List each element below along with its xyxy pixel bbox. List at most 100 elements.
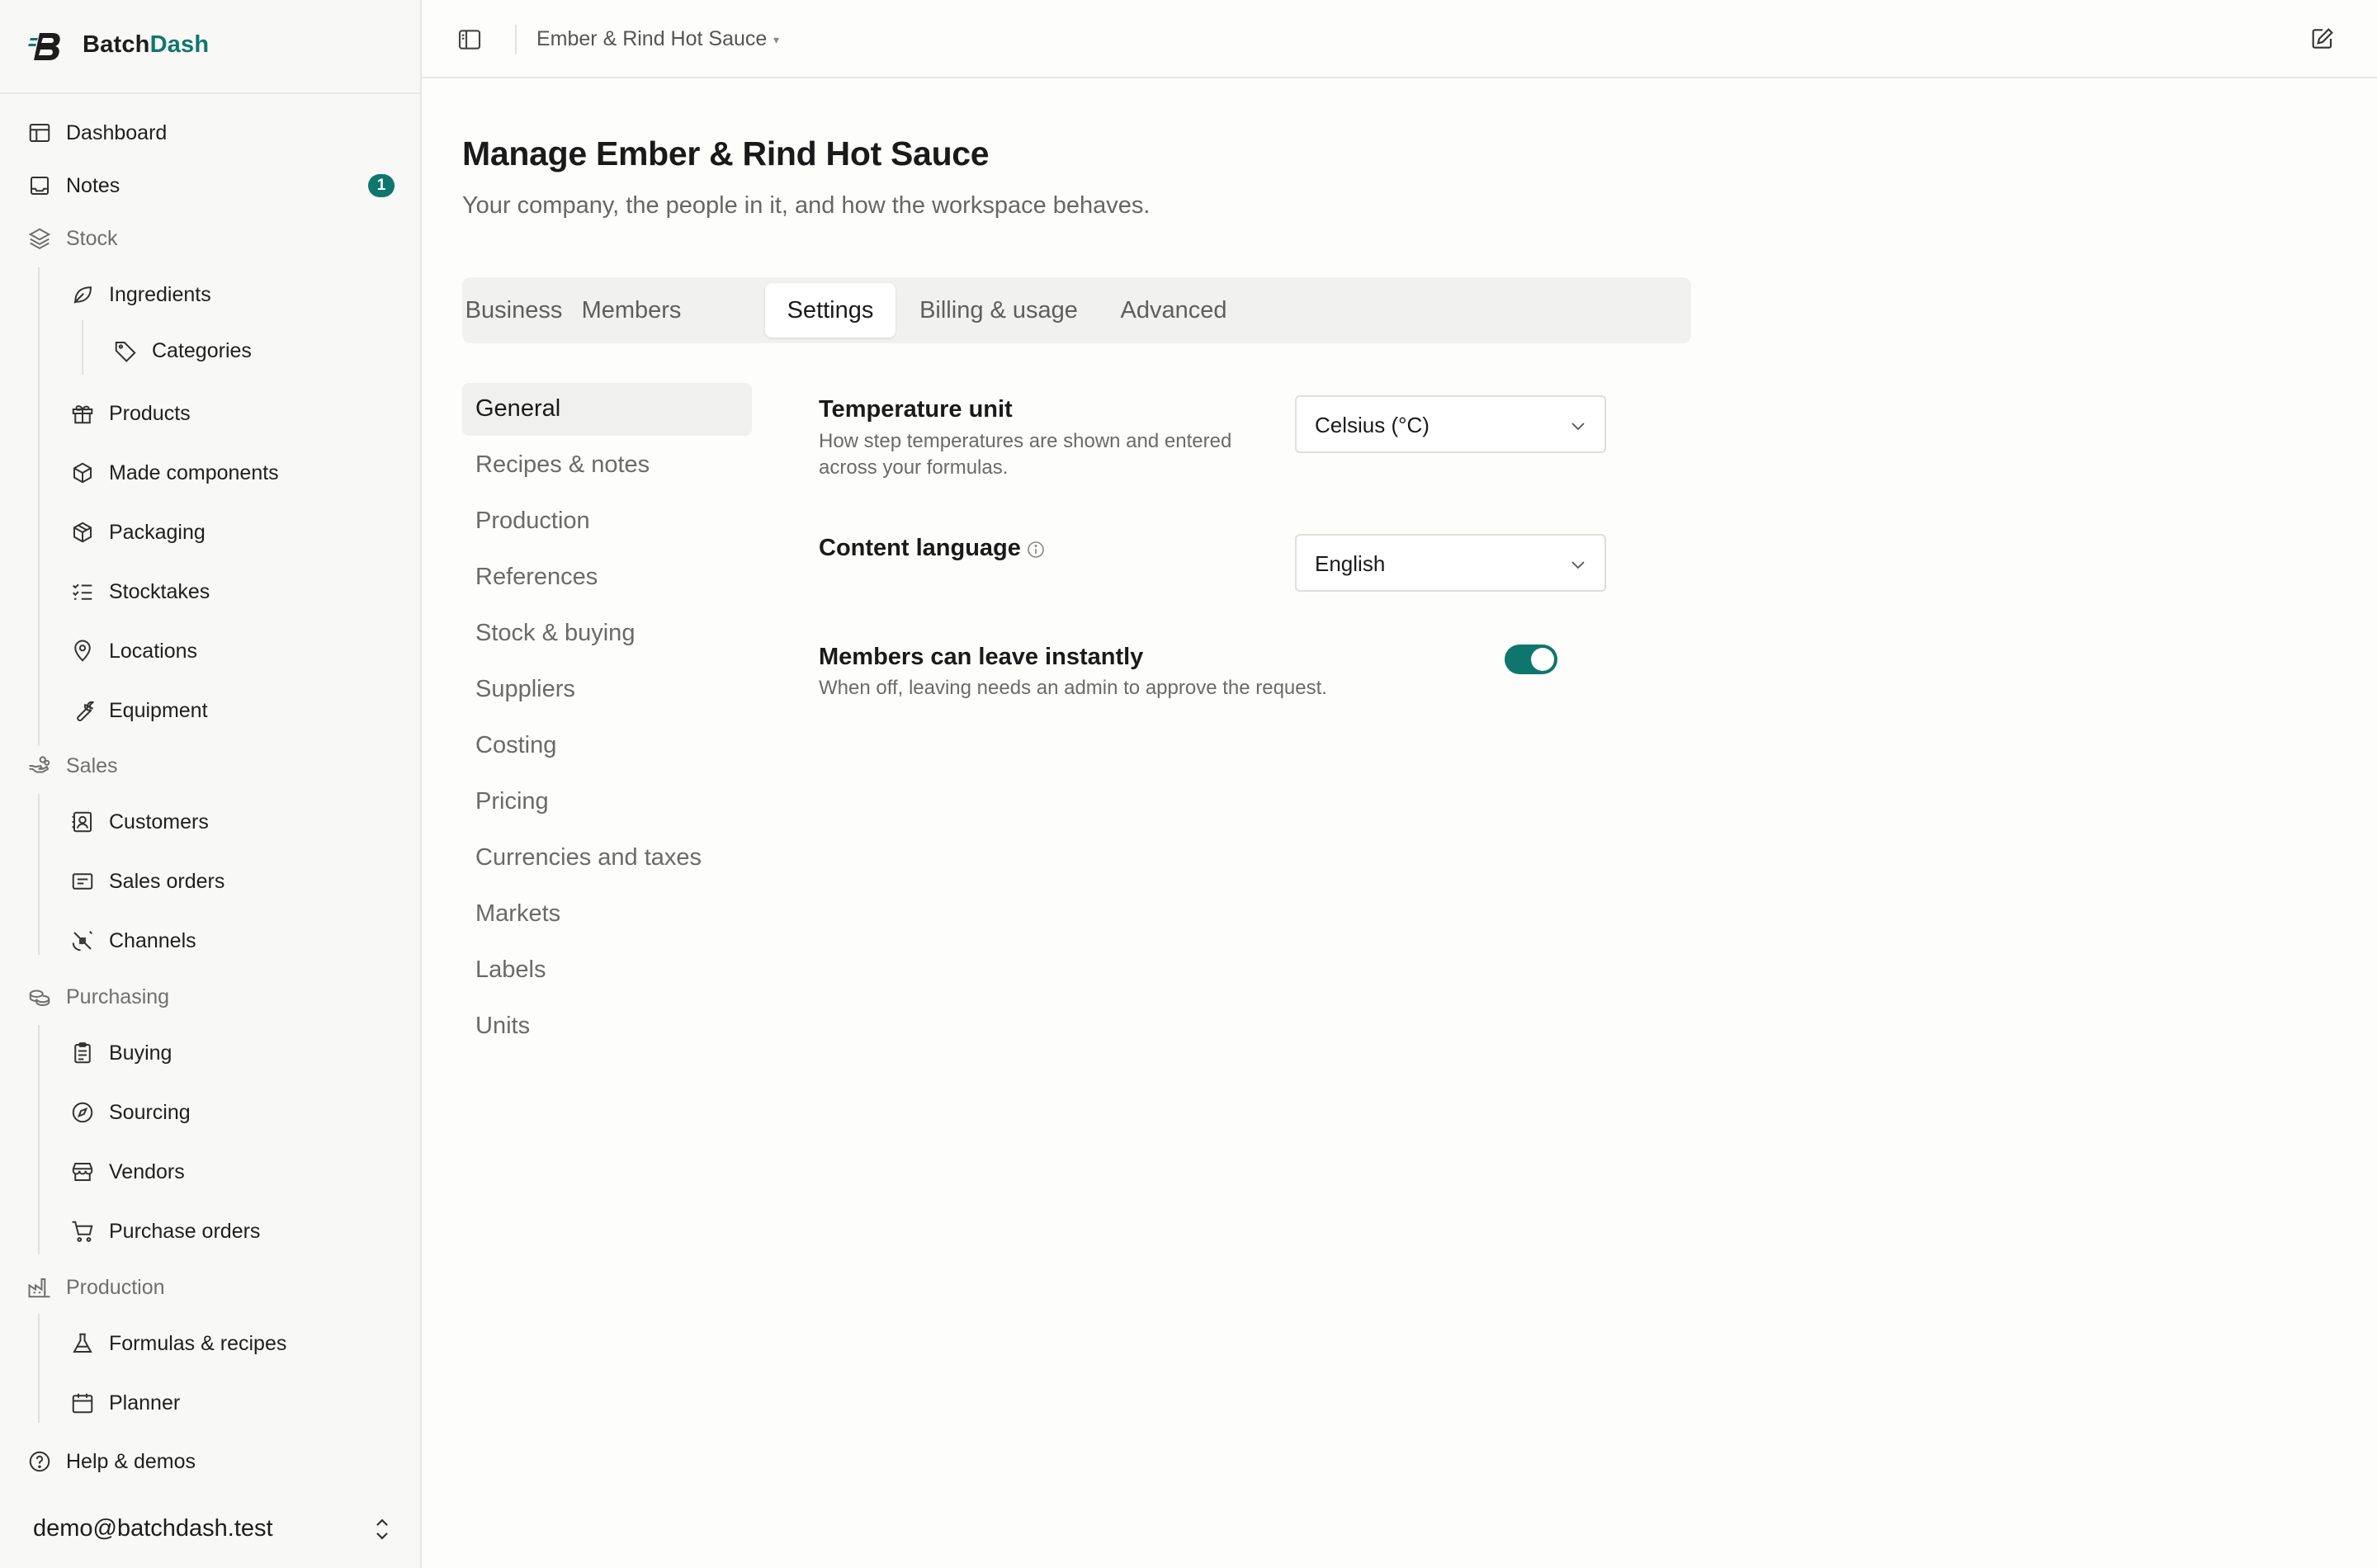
sidebar-item-sales-orders[interactable]: Sales orders (0, 858, 420, 904)
subnav-labels[interactable]: Labels (462, 944, 752, 997)
sidebar-item-label: Packaging (109, 521, 206, 544)
cart-icon (70, 1219, 95, 1244)
sidebar-item-planner[interactable]: Planner (0, 1380, 420, 1426)
sidebar-item-label: Categories (152, 339, 252, 362)
sidebar-item-label: Vendors (109, 1160, 185, 1183)
sidebar-item-label: Equipment (109, 699, 208, 722)
content-language-value: English (1315, 551, 1386, 576)
sidebar-item-label: Locations (109, 640, 198, 663)
contact-icon (70, 810, 95, 834)
topbar-separator (515, 25, 517, 54)
sidebar-item-equipment[interactable]: Equipment (0, 687, 420, 734)
members-leave-title: Members can leave instantly (819, 644, 1144, 670)
sidebar-item-label: Channels (109, 929, 196, 952)
batchdash-logo-icon (28, 33, 60, 60)
tab-business[interactable]: Business (465, 283, 563, 338)
user-email: demo@batchdash.test (33, 1515, 273, 1542)
sidebar-item-made-components[interactable]: Made components (0, 450, 420, 496)
chevrons-up-down-icon (376, 1518, 388, 1540)
layout-dashboard-icon (27, 120, 52, 145)
sidebar-item-notes[interactable]: Notes 1 (0, 163, 420, 209)
clipboard-icon (70, 1041, 95, 1065)
info-icon[interactable] (1026, 540, 1046, 560)
subnav-production[interactable]: Production (462, 495, 752, 548)
subnav-general[interactable]: General (462, 383, 752, 436)
compose-icon[interactable] (2309, 26, 2336, 52)
temperature-unit-value: Celsius (°C) (1315, 413, 1430, 437)
satellite-icon (70, 928, 95, 953)
sidebar-item-vendors[interactable]: Vendors (0, 1149, 420, 1195)
wrench-icon (70, 698, 95, 723)
store-icon (70, 1159, 95, 1184)
subnav-costing[interactable]: Costing (462, 720, 752, 772)
sidebar: BatchDash Dashboard Notes 1 Stock Ingred… (0, 0, 422, 1568)
tab-advanced[interactable]: Advanced (1112, 283, 1236, 338)
compass-icon (70, 1100, 95, 1125)
sidebar-item-help-demos[interactable]: Help & demos (0, 1438, 420, 1485)
user-menu[interactable]: demo@batchdash.test (0, 1502, 420, 1555)
sidebar-item-label: Stock (66, 227, 118, 250)
subnav-suppliers[interactable]: Suppliers (462, 664, 752, 716)
temperature-unit-description: How step temperatures are shown and ente… (819, 430, 1232, 479)
sidebar-item-label: Formulas & recipes (109, 1332, 287, 1355)
sidebar-item-label: Products (109, 402, 191, 425)
subnav-stock-buying[interactable]: Stock & buying (462, 607, 752, 660)
subnav-markets[interactable]: Markets (462, 888, 752, 941)
subnav-pricing[interactable]: Pricing (462, 776, 752, 829)
sidebar-item-formulas-recipes[interactable]: Formulas & recipes (0, 1320, 420, 1367)
chevron-down-icon (1571, 561, 1585, 569)
sidebar-item-buying[interactable]: Buying (0, 1030, 420, 1076)
subnav-recipes-notes[interactable]: Recipes & notes (462, 439, 752, 492)
members-leave-toggle[interactable] (1505, 645, 1557, 674)
sidebar-item-label: Dashboard (66, 121, 168, 144)
sidebar-item-locations[interactable]: Locations (0, 628, 420, 674)
sidebar-section-stock[interactable]: Stock (0, 215, 420, 262)
sidebar-item-label: Production (66, 1276, 165, 1299)
box-icon (70, 460, 95, 485)
tab-members[interactable]: Members (575, 283, 688, 338)
sidebar-item-label: Help & demos (66, 1450, 196, 1473)
flask-icon (70, 1331, 95, 1356)
factory-icon (27, 1275, 52, 1300)
settings-tabs: Business Members Settings Billing & usag… (462, 277, 1691, 343)
brand[interactable]: BatchDash (0, 0, 420, 94)
workspace-switcher[interactable]: Ember & Rind Hot Sauce (536, 27, 767, 51)
page-subtitle: Your company, the people in it, and how … (462, 192, 1151, 219)
sidebar-item-label: Ingredients (109, 283, 211, 306)
sidebar-item-label: Sales orders (109, 870, 225, 893)
sidebar-item-products[interactable]: Products (0, 390, 420, 437)
sidebar-section-purchasing[interactable]: Purchasing (0, 974, 420, 1020)
inbox-icon (27, 173, 52, 198)
sidebar-item-stocktakes[interactable]: Stocktakes (0, 569, 420, 615)
sidebar-toggle-icon[interactable] (456, 26, 483, 53)
coins-icon (27, 985, 52, 1009)
content-language-select[interactable]: English (1295, 534, 1606, 592)
sidebar-item-label: Stocktakes (109, 580, 210, 603)
app-root: BatchDash Dashboard Notes 1 Stock Ingred… (0, 0, 2377, 1568)
brand-name: BatchDash (83, 31, 210, 58)
sidebar-item-purchase-orders[interactable]: Purchase orders (0, 1208, 420, 1254)
page-title: Manage Ember & Rind Hot Sauce (462, 135, 990, 172)
sidebar-item-channels[interactable]: Channels (0, 918, 420, 964)
sidebar-item-label: Sourcing (109, 1101, 191, 1124)
sidebar-item-ingredients[interactable]: Ingredients (0, 272, 420, 318)
sidebar-item-customers[interactable]: Customers (0, 799, 420, 845)
sidebar-item-packaging[interactable]: Packaging (0, 509, 420, 555)
temperature-unit-select[interactable]: Celsius (°C) (1295, 395, 1606, 453)
layers-icon (27, 226, 52, 251)
caret-down-icon[interactable]: ▾ (773, 33, 779, 47)
toggle-knob (1531, 648, 1554, 671)
sidebar-item-categories[interactable]: Categories (0, 328, 420, 374)
notes-count-badge: 1 (368, 174, 395, 197)
subnav-references[interactable]: References (462, 551, 752, 604)
sidebar-section-sales[interactable]: Sales (0, 743, 420, 789)
sidebar-item-sourcing[interactable]: Sourcing (0, 1089, 420, 1136)
tab-billing-usage[interactable]: Billing & usage (912, 283, 1085, 338)
sidebar-item-dashboard[interactable]: Dashboard (0, 110, 420, 156)
tab-settings[interactable]: Settings (765, 283, 896, 338)
leaf-icon (70, 282, 95, 307)
content-language-title: Content language (819, 535, 1021, 561)
subnav-currencies-taxes[interactable]: Currencies and taxes (462, 832, 752, 885)
subnav-units[interactable]: Units (462, 1000, 752, 1053)
sidebar-section-production[interactable]: Production (0, 1264, 420, 1311)
